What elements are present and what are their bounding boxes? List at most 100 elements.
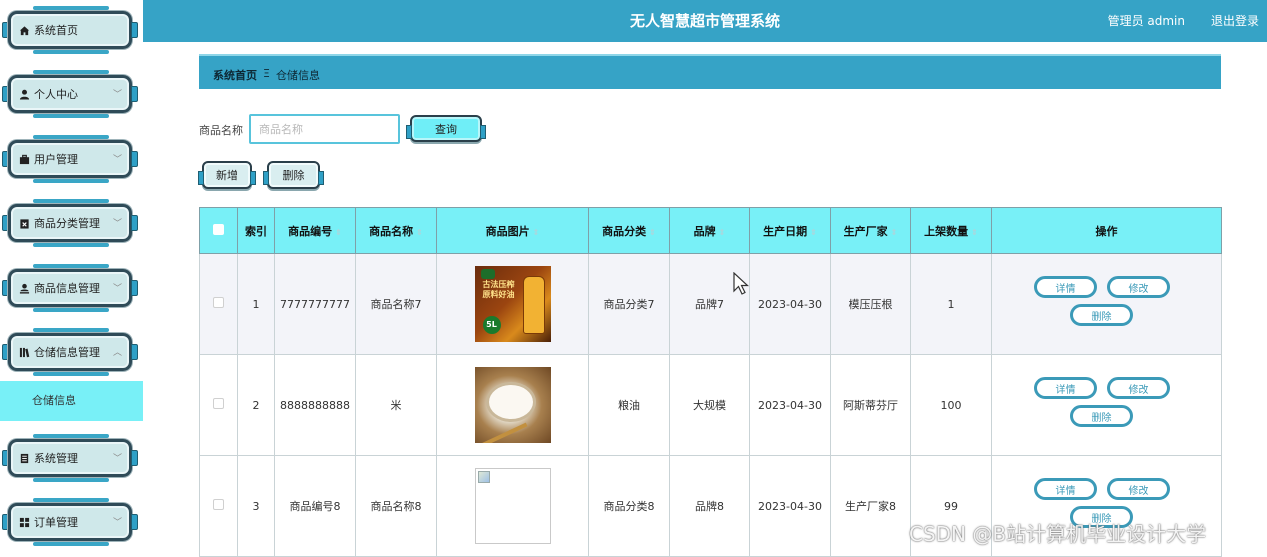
cell-code: 8888888888 <box>274 354 356 456</box>
row-checkbox[interactable] <box>213 297 224 308</box>
frame-cap-right <box>131 215 138 231</box>
sort-icon[interactable]: ⇕ <box>971 228 978 237</box>
sort-icon[interactable]: ⇕ <box>533 228 540 237</box>
home-icon <box>18 24 30 36</box>
cell-qty: 100 <box>910 354 992 456</box>
column-header[interactable]: 生产日期 ⇕ <box>749 207 831 254</box>
broken-image-icon <box>477 471 490 483</box>
row-checkbox[interactable] <box>213 499 224 510</box>
query-button[interactable]: 查询 <box>406 115 486 142</box>
cell-category: 商品分类8 <box>588 455 670 557</box>
select-all-cell[interactable] <box>199 207 238 254</box>
detail-button[interactable]: 详情 <box>1034 377 1097 399</box>
batch-delete-button[interactable]: 删除 <box>263 161 324 189</box>
row-actions: 详情 修改 删除 <box>992 355 1221 455</box>
product-image-rice[interactable] <box>474 367 551 443</box>
frame-cap-right <box>131 22 138 38</box>
cell-name: 商品名称7 <box>355 253 437 355</box>
frame-cap-right <box>131 344 138 360</box>
search-input[interactable] <box>249 114 400 144</box>
row-checkbox[interactable] <box>213 398 224 409</box>
cell-index: 2 <box>237 354 275 456</box>
sidebar-item-storage[interactable]: 仓储信息管理 ︿ <box>2 327 138 377</box>
breadcrumb-home[interactable]: 系统首页 <box>213 67 257 83</box>
cell-code: 商品编号8 <box>274 455 356 557</box>
column-header: 操作 <box>991 207 1222 254</box>
mouse-cursor-icon <box>733 271 750 299</box>
sort-icon[interactable]: ⇕ <box>649 228 656 237</box>
breadcrumb-current: 仓储信息 <box>275 69 320 82</box>
sort-icon[interactable]: ⇕ <box>335 228 342 237</box>
chevron-down-icon: ﹀ <box>112 284 122 294</box>
breadcrumb: 系统首页 Ξ 仓储信息 <box>213 67 320 83</box>
cell-maker: 生产厂家8 <box>830 455 911 557</box>
edit-button[interactable]: 修改 <box>1107 478 1170 500</box>
detail-button[interactable]: 详情 <box>1034 276 1097 298</box>
sort-icon[interactable]: ⇕ <box>416 228 423 237</box>
sort-icon[interactable]: ⇕ <box>891 228 898 237</box>
sidebar-item-product-info[interactable]: 商品信息管理 ﹀ <box>2 263 138 313</box>
user-icon <box>18 88 30 100</box>
breadcrumb-separator: Ξ <box>263 67 270 80</box>
sidebar-item-orders[interactable]: 订单管理 ﹀ <box>2 497 138 547</box>
table-row: 1 7777777777 商品名称7 古法压榨 原料好油 5L 商品分类7 品牌… <box>199 253 1222 355</box>
sidebar-item-category[interactable]: 商品分类管理 ﹀ <box>2 198 138 248</box>
logout-link[interactable]: 退出登录 <box>1211 12 1259 29</box>
add-button[interactable]: 新增 <box>198 161 256 189</box>
current-user: 管理员 admin <box>1107 14 1185 28</box>
product-image-broken[interactable] <box>474 468 551 544</box>
delete-button[interactable]: 删除 <box>1070 304 1133 326</box>
oil-label-text: 古法压榨 原料好油 <box>482 280 515 299</box>
sidebar-item-home[interactable]: 系统首页 <box>2 5 138 55</box>
rice-stalk <box>479 422 528 443</box>
sidebar-item-label: 系统首页 <box>34 24 78 37</box>
oil-bottle <box>522 276 545 334</box>
sidebar: 系统首页 个人中心 ﹀ 用户管理 ﹀ 商品分类管理 ﹀ 商品信息管理 ﹀ 仓储信… <box>0 0 143 552</box>
brand-seal <box>480 269 495 279</box>
column-header: 索引 <box>237 207 275 254</box>
chevron-down-icon: ﹀ <box>112 454 122 464</box>
sidebar-subitem-storage-info[interactable]: 仓储信息 <box>0 381 143 421</box>
top-header: 无人智慧超市管理系统 管理员 admin 退出登录 <box>143 0 1267 42</box>
sidebar-item-label: 个人中心 <box>34 88 78 101</box>
document-icon <box>18 452 30 464</box>
delete-button[interactable]: 删除 <box>1070 405 1133 427</box>
frame-cap-right <box>131 151 138 167</box>
breadcrumb-bar: 系统首页 Ξ 仓储信息 <box>199 54 1221 89</box>
sidebar-item-personal[interactable]: 个人中心 ﹀ <box>2 69 138 119</box>
search-label: 商品名称 <box>199 124 243 137</box>
sidebar-item-system[interactable]: 系统管理 ﹀ <box>2 433 138 483</box>
sort-icon[interactable]: ⇕ <box>810 228 817 237</box>
column-header[interactable]: 上架数量 ⇕ <box>910 207 992 254</box>
watermark: CSDN @B站计算机毕业设计大学 <box>909 522 1207 546</box>
rice-bowl <box>488 385 533 419</box>
column-header[interactable]: 品牌 ⇕ <box>669 207 750 254</box>
app-title: 无人智慧超市管理系统 <box>629 12 780 30</box>
column-header[interactable]: 商品编号 ⇕ <box>274 207 356 254</box>
column-header[interactable]: 商品分类 ⇕ <box>588 207 670 254</box>
frame-cap-right <box>131 280 138 296</box>
detail-button[interactable]: 详情 <box>1034 478 1097 500</box>
column-header[interactable]: 生产厂家 ⇕ <box>830 207 911 254</box>
grid-icon <box>18 516 30 528</box>
sidebar-item-label: 订单管理 <box>34 516 78 529</box>
cell-brand: 品牌7 <box>669 253 750 355</box>
briefcase-icon <box>18 153 30 165</box>
chevron-down-icon: ﹀ <box>112 518 122 528</box>
column-header[interactable]: 商品名称 ⇕ <box>355 207 437 254</box>
edit-button[interactable]: 修改 <box>1107 276 1170 298</box>
column-header[interactable]: 商品图片 ⇕ <box>436 207 589 254</box>
select-all-checkbox[interactable] <box>213 223 224 235</box>
sidebar-item-label: 用户管理 <box>34 153 78 166</box>
chevron-down-icon: ﹀ <box>112 155 122 165</box>
storage-table: 索引 商品编号 ⇕ 商品名称 ⇕ 商品图片 ⇕ 商品分类 ⇕ 品牌 ⇕ 生产日期 ⇕ 生产厂… <box>199 207 1222 557</box>
product-image-oil[interactable]: 古法压榨 原料好油 5L <box>474 266 551 342</box>
cell-index: 3 <box>237 455 275 557</box>
chevron-up-icon: ︿ <box>112 348 122 358</box>
library-icon <box>18 346 30 358</box>
cell-brand: 品牌8 <box>669 455 750 557</box>
sidebar-item-users[interactable]: 用户管理 ﹀ <box>2 134 138 184</box>
edit-button[interactable]: 修改 <box>1107 377 1170 399</box>
sort-icon[interactable]: ⇕ <box>719 228 726 237</box>
sidebar-item-label: 仓储信息管理 <box>34 346 100 359</box>
